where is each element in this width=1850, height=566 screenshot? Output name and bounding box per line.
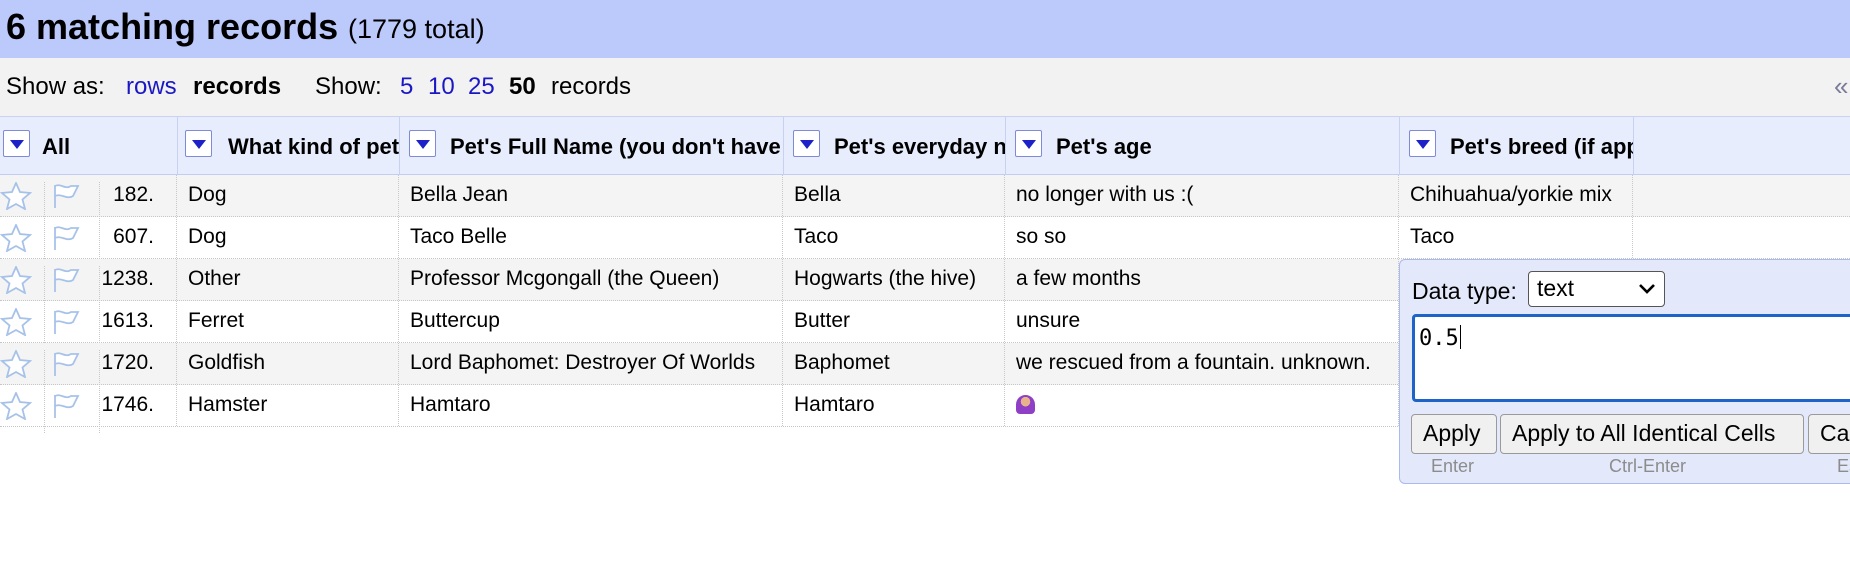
cell-full-name[interactable]: Lord Baphomet: Destroyer Of Worlds [399, 343, 783, 384]
row-number: 1720. [100, 343, 177, 384]
cell-age[interactable]: we rescued from a fountain. unknown. [1005, 343, 1399, 384]
records-suffix: records [551, 73, 632, 100]
row-number: 607. [100, 217, 177, 258]
cell-everyday-name[interactable]: Hogwarts (the hive) [783, 259, 1005, 300]
apply-shortcut-hint: Enter [1431, 456, 1475, 476]
column-label-breed: Pet's breed (if app [1450, 134, 1634, 159]
total-count: (1779 total) [348, 14, 485, 44]
row-number: 1613. [100, 301, 177, 342]
show-as-rows-link[interactable]: rows [126, 73, 177, 101]
cell-kind[interactable]: Other [177, 259, 399, 300]
cell-everyday-name[interactable]: Bella [783, 175, 1005, 216]
table-row: 607. Dog Taco Belle Taco so so Taco [0, 217, 1850, 265]
column-header-all: All [0, 117, 178, 174]
star-icon[interactable] [0, 392, 45, 433]
flag-icon[interactable] [45, 392, 100, 433]
cell-value-text: 0.5 [1419, 326, 1459, 351]
cell-kind[interactable]: Dog [177, 217, 399, 258]
matching-count: 6 matching records [6, 6, 339, 47]
show-as-records-current: records [193, 73, 282, 100]
row-number: 1238. [100, 259, 177, 300]
cell-editor-popup: Data type: text 0.5 Apply Apply to All I… [1399, 259, 1850, 484]
cancel-shortcut-hint: Esc [1837, 456, 1850, 476]
cell-value-input[interactable]: 0.5 [1412, 314, 1850, 402]
column-menu-breed-dropdown-icon[interactable] [1409, 130, 1436, 157]
data-type-label: Data type: [1412, 278, 1517, 304]
collapse-panel-icon[interactable]: « [1834, 71, 1848, 102]
column-menu-kind-dropdown-icon[interactable] [185, 130, 212, 157]
page-size-25-link[interactable]: 25 [468, 73, 495, 101]
column-menu-everyday-name-dropdown-icon[interactable] [793, 130, 820, 157]
cell-age[interactable]: unsure [1005, 301, 1399, 342]
column-label-age: Pet's age [1056, 134, 1152, 159]
cell-everyday-name[interactable]: Hamtaro [783, 385, 1005, 426]
cell-kind[interactable]: Dog [177, 175, 399, 216]
cell-age[interactable] [1005, 385, 1399, 426]
chevron-down-icon [1639, 284, 1655, 294]
cell-breed[interactable]: Chihuahua/yorkie mix [1399, 175, 1633, 216]
data-type-select[interactable]: text [1528, 271, 1665, 307]
column-header-full-name: Pet's Full Name (you don't have [399, 117, 784, 174]
apply-button[interactable]: Apply [1411, 414, 1497, 454]
cell-breed[interactable]: Taco [1399, 217, 1633, 258]
column-label-everyday-name: Pet's everyday n [834, 134, 1006, 159]
cell-full-name[interactable]: Professor Mcgongall (the Queen) [399, 259, 783, 300]
apply-all-shortcut-hint: Ctrl-Enter [1609, 456, 1687, 476]
cell-kind[interactable]: Goldfish [177, 343, 399, 384]
cell-kind[interactable]: Ferret [177, 301, 399, 342]
column-menu-full-name-dropdown-icon[interactable] [409, 130, 436, 157]
apply-to-all-identical-cells-button[interactable]: Apply to All Identical Cells [1500, 414, 1804, 454]
column-menu-all-dropdown-icon[interactable] [3, 130, 30, 157]
summary-bar: 6 matching records (1779 total) [0, 0, 1850, 58]
column-header-age: Pet's age [1005, 117, 1400, 174]
row-number: 1746. [100, 385, 177, 426]
show-label: Show: [315, 73, 382, 100]
column-label-kind: What kind of pet [228, 134, 400, 159]
cell-everyday-name[interactable]: Butter [783, 301, 1005, 342]
column-menu-age-dropdown-icon[interactable] [1015, 130, 1042, 157]
cell-full-name[interactable]: Hamtaro [399, 385, 783, 426]
cell-full-name[interactable]: Buttercup [399, 301, 783, 342]
cell-full-name[interactable]: Taco Belle [399, 217, 783, 258]
text-caret [1459, 325, 1462, 349]
data-type-value: text [1537, 275, 1575, 301]
cell-everyday-name[interactable]: Taco [783, 217, 1005, 258]
show-as-label: Show as: [6, 73, 105, 100]
column-header-breed: Pet's breed (if app [1399, 117, 1634, 174]
cancel-button[interactable]: Cancel [1808, 414, 1850, 454]
cell-full-name[interactable]: Bella Jean [399, 175, 783, 216]
view-toolbar: Show as: rows records Show: 5 10 25 50 r… [0, 58, 1850, 117]
column-label-all: All [42, 134, 71, 159]
cell-age[interactable]: a few months [1005, 259, 1399, 300]
cell-age[interactable]: so so [1005, 217, 1399, 258]
column-header-row: All What kind of pet Pet's Full Name (yo… [0, 117, 1850, 176]
page-size-50-current: 50 [509, 73, 536, 100]
woman-shrugging-emoji-icon [1016, 395, 1035, 414]
table-row: 182. Dog Bella Jean Bella no longer with… [0, 175, 1850, 223]
page-size-5-link[interactable]: 5 [400, 73, 413, 101]
column-header-kind: What kind of pet [177, 117, 400, 174]
column-header-everyday-name: Pet's everyday n [783, 117, 1006, 174]
cell-kind[interactable]: Hamster [177, 385, 399, 426]
cell-everyday-name[interactable]: Baphomet [783, 343, 1005, 384]
column-label-full-name: Pet's Full Name (you don't have [450, 134, 781, 159]
page-size-10-link[interactable]: 10 [428, 73, 455, 101]
cell-age[interactable]: no longer with us :( [1005, 175, 1399, 216]
row-number: 182. [100, 175, 177, 216]
